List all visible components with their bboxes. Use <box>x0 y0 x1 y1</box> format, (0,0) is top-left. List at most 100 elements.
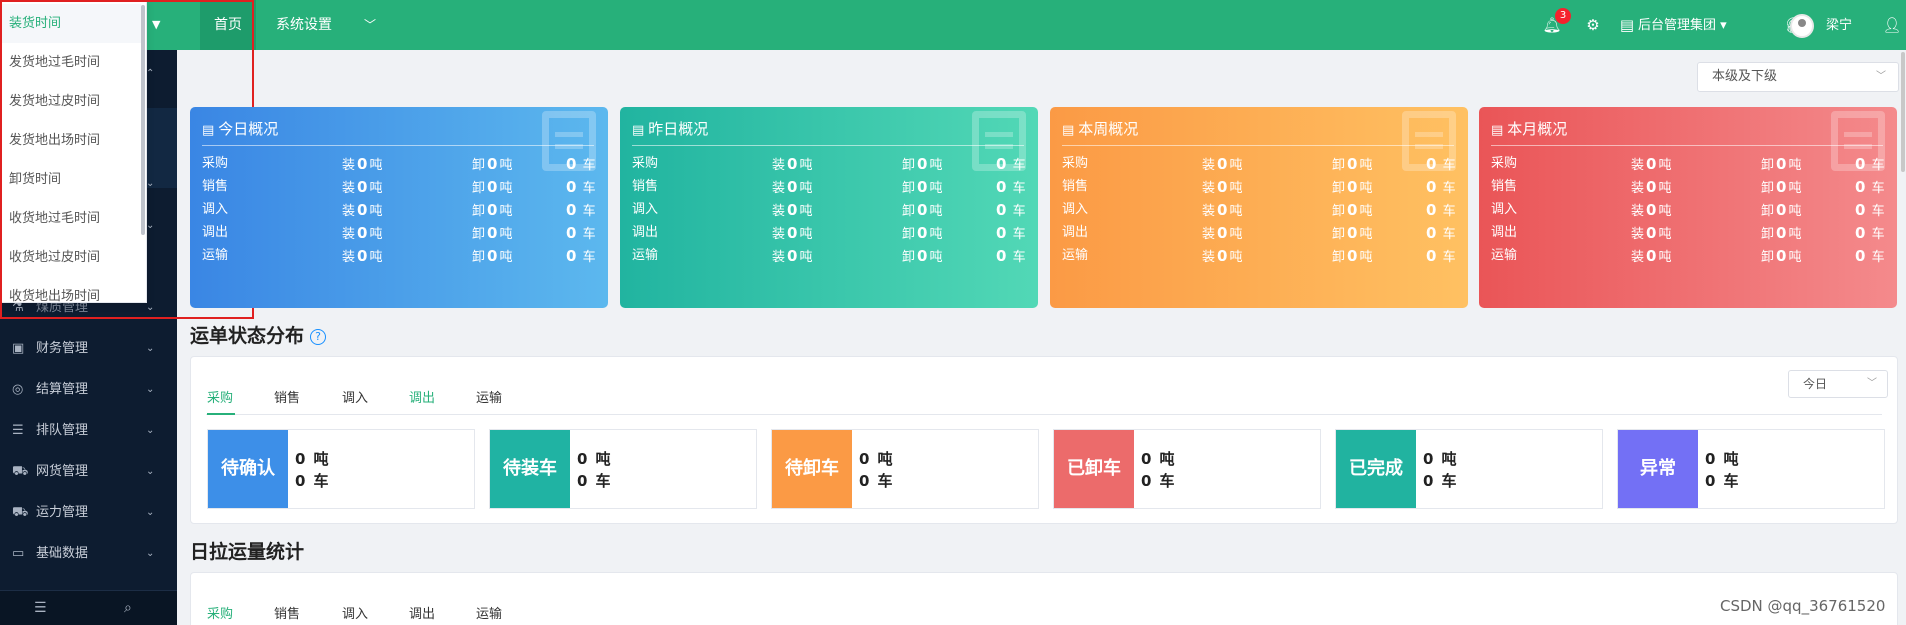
time-type-dropdown[interactable]: 装货时间 发货地过毛时间 发货地过皮时间 发货地出场时间 卸货时间 收货地过毛时… <box>0 0 147 304</box>
settlement-icon: ◎ <box>12 382 24 397</box>
tab-sales[interactable]: 销售 <box>274 603 300 622</box>
card-row: 运输 装0吨 卸0吨 0 车 <box>1062 247 1456 265</box>
card-title: ▤ 本周概况 <box>1062 120 1139 138</box>
status-panel: 采购 销售 调入 调出 运输 今日 ﹀ 待确认 0吨 0车 待装车 0吨 0车 … <box>190 356 1898 524</box>
dropdown-option[interactable]: 收货地过皮时间 <box>1 238 141 277</box>
nav-home[interactable]: 首页 <box>200 0 256 50</box>
chevron-down-icon: ⌄ <box>146 343 155 354</box>
card-divider <box>1491 145 1883 146</box>
chevron-down-icon: ﹀ <box>1867 378 1877 389</box>
sidebar-item-capacity[interactable]: ⛟ 运力管理 ⌄ <box>0 493 177 533</box>
dropdown-option[interactable]: 收货地出场时间 <box>1 277 141 316</box>
chevron-down-icon: ﹀ <box>1876 71 1886 82</box>
tab-transfer-in[interactable]: 调入 <box>342 387 368 406</box>
chevron-down-icon: ⌄ <box>146 548 155 559</box>
status-box[interactable]: 已卸车 0吨 0车 <box>1053 429 1321 509</box>
chevron-down-icon: ⌄ <box>146 466 155 477</box>
truck-icon: ⛟ <box>12 464 29 479</box>
sidebar-item-finance[interactable]: ▣ 财务管理 ⌄ <box>0 329 177 369</box>
status-box[interactable]: 异常 0吨 0车 <box>1617 429 1885 509</box>
chevron-down-icon: ⌄ <box>146 384 155 395</box>
tab-purchase[interactable]: 采购 <box>207 603 233 622</box>
sidebar-item-basic-data[interactable]: ▭ 基础数据 ⌄ <box>0 534 177 574</box>
tabs-divider <box>206 414 1882 415</box>
watermark: CSDN @qq_36761520 <box>1720 597 1886 615</box>
card-title: ▤ 昨日概况 <box>632 120 709 138</box>
user-name[interactable]: 梁宁 <box>1826 0 1852 52</box>
card-row: 运输 装0吨 卸0吨 0 车 <box>202 247 596 265</box>
status-section-title: 运单状态分布? <box>190 321 327 348</box>
card-title: ▤ 今日概况 <box>202 120 279 138</box>
overview-card: ▤ 今日概况 采购 装0吨 卸0吨 0 车 销售 装0吨 卸0吨 0 车 调入 装… <box>190 107 608 308</box>
chevron-down-icon: ⌄ <box>146 302 155 313</box>
scope-select[interactable]: 本级及下级 ﹀ <box>1697 62 1899 92</box>
status-box[interactable]: 待确认 0吨 0车 <box>207 429 475 509</box>
queue-icon: ☰ <box>12 423 24 438</box>
sidebar-item-settlement[interactable]: ◎ 结算管理 ⌄ <box>0 370 177 410</box>
top-navbar: ▼ 首页 系统设置 ﹀ 🔔︎ 3 ⚙︎ ▤ 后台管理集团 ▾ 🎧︎ 梁宁 👤︎ <box>0 0 1906 50</box>
chevron-down-icon[interactable]: ⌄ <box>146 220 154 231</box>
tab-sales[interactable]: 销售 <box>274 387 300 406</box>
tab-transfer-out[interactable]: 调出 <box>409 603 435 622</box>
help-icon[interactable]: ? <box>310 329 327 345</box>
org-selector[interactable]: 后台管理集团 ▾ <box>1638 0 1727 52</box>
clipboard-icon: ▤ <box>202 123 215 138</box>
database-icon: ▭ <box>12 546 25 561</box>
chevron-down-icon[interactable]: ﹀ <box>350 0 390 50</box>
status-box[interactable]: 待装车 0吨 0车 <box>489 429 757 509</box>
daily-panel: 采购 销售 调入 调出 运输 <box>190 572 1898 625</box>
user-icon[interactable]: 👤︎ <box>1880 13 1904 37</box>
organization-icon[interactable]: ▤ <box>1618 13 1636 37</box>
overview-card: ▤ 本周概况 采购 装0吨 卸0吨 0 车 销售 装0吨 卸0吨 0 车 调入 装… <box>1050 107 1468 308</box>
card-divider <box>202 145 594 146</box>
status-label: 已卸车 <box>1054 430 1134 508</box>
tab-transfer-in[interactable]: 调入 <box>342 603 368 622</box>
nav-system-settings[interactable]: 系统设置 <box>262 0 346 50</box>
notification-badge: 3 <box>1555 8 1571 24</box>
chevron-down-icon: ⌄ <box>146 425 155 436</box>
main-scrollbar[interactable] <box>1901 52 1905 172</box>
card-row: 运输 装0吨 卸0吨 0 车 <box>632 247 1026 265</box>
sidebar-item-queue[interactable]: ☰ 排队管理 ⌄ <box>0 411 177 451</box>
status-label: 待卸车 <box>772 430 852 508</box>
avatar[interactable] <box>1790 14 1814 38</box>
status-label: 待装车 <box>490 430 570 508</box>
daily-section-title: 日拉运量统计 <box>190 541 305 563</box>
caret-down-icon[interactable]: ▼ <box>152 0 160 50</box>
status-label: 待确认 <box>208 430 288 508</box>
tab-transport[interactable]: 运输 <box>476 387 502 406</box>
status-label: 异常 <box>1618 430 1698 508</box>
capacity-icon: ⛟ <box>12 505 29 520</box>
dropdown-option[interactable]: 发货地过毛时间 <box>1 43 141 82</box>
search-icon[interactable]: ⌕ <box>124 591 132 625</box>
overview-card: ▤ 昨日概况 采购 装0吨 卸0吨 0 车 销售 装0吨 卸0吨 0 车 调入 装… <box>620 107 1038 308</box>
dropdown-option[interactable]: 发货地过皮时间 <box>1 82 141 121</box>
active-tab-indicator <box>207 413 235 415</box>
tab-purchase[interactable]: 采购 <box>207 387 233 406</box>
chevron-up-icon[interactable]: ⌃ <box>146 68 154 79</box>
dropdown-option[interactable]: 装货时间 <box>1 4 141 43</box>
translate-icon[interactable]: ⚙︎ <box>1581 13 1605 37</box>
overview-card: ▤ 本月概况 采购 装0吨 卸0吨 0 车 销售 装0吨 卸0吨 0 车 调入 装… <box>1479 107 1897 308</box>
tab-transport[interactable]: 运输 <box>476 603 502 622</box>
dropdown-option[interactable]: 卸货时间 <box>1 160 141 199</box>
status-label: 已完成 <box>1336 430 1416 508</box>
card-row: 运输 装0吨 卸0吨 0 车 <box>1491 247 1885 265</box>
sidebar-footer: ☰ ⌕ <box>0 590 177 625</box>
status-box[interactable]: 已完成 0吨 0车 <box>1335 429 1603 509</box>
period-select[interactable]: 今日 ﹀ <box>1788 370 1888 398</box>
sidebar-item-network-freight[interactable]: ⛟ 网货管理 ⌄ <box>0 452 177 492</box>
chevron-down-icon: ⌄ <box>146 507 155 518</box>
menu-collapse-icon[interactable]: ☰ <box>34 591 47 625</box>
card-divider <box>1062 145 1454 146</box>
tab-transfer-out[interactable]: 调出 <box>409 387 435 406</box>
finance-icon: ▣ <box>12 341 25 356</box>
dropdown-scrollbar[interactable] <box>141 5 145 235</box>
dropdown-option[interactable]: 收货地过毛时间 <box>1 199 141 238</box>
card-title: ▤ 本月概况 <box>1491 120 1568 138</box>
clipboard-icon: ▤ <box>1062 123 1075 138</box>
dropdown-option[interactable]: 发货地出场时间 <box>1 121 141 160</box>
status-box[interactable]: 待卸车 0吨 0车 <box>771 429 1039 509</box>
chevron-down-icon[interactable]: ⌄ <box>146 178 154 189</box>
clipboard-icon: ▤ <box>1491 123 1504 138</box>
